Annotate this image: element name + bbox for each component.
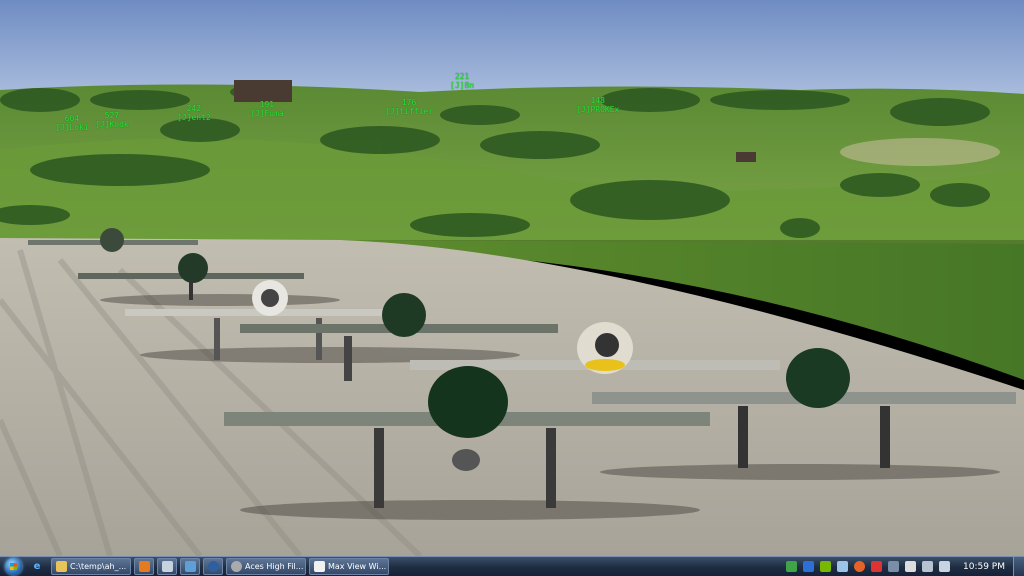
player-label-5: 176 [J]tiffier: [385, 98, 434, 116]
taskbar-item-app3[interactable]: [180, 558, 200, 575]
firefox-icon[interactable]: [854, 561, 865, 572]
taskbar-item-folder[interactable]: C:\temp\ah_...: [51, 558, 131, 575]
flag-icon[interactable]: [905, 561, 916, 572]
globe-icon: [207, 561, 219, 572]
nvidia-icon[interactable]: [820, 561, 831, 572]
info-icon[interactable]: [803, 561, 814, 572]
notepad-icon: [161, 561, 173, 572]
player-label-7: 148 [J]PROKEx: [576, 96, 620, 114]
player-label-2: 527 [J]Kodk: [95, 111, 129, 129]
volume-icon[interactable]: [939, 561, 950, 572]
display-icon[interactable]: [922, 561, 933, 572]
aces-high-icon: [231, 561, 242, 572]
document-icon: [314, 561, 325, 572]
monitor-icon[interactable]: [888, 561, 899, 572]
network-icon[interactable]: [837, 561, 848, 572]
player-label-6: 221 [J]Bn: [450, 72, 475, 90]
taskbar-item-app2[interactable]: [157, 558, 177, 575]
player-label-3: 242 [J]ent2: [177, 104, 211, 122]
download-icon[interactable]: [786, 561, 797, 572]
taskbar-item-media[interactable]: [134, 558, 154, 575]
taskbar-item-max-view[interactable]: Max View Wi...: [309, 558, 389, 575]
player-label-1: 604 [J]Loki: [55, 114, 89, 132]
system-tray: 10:59 PM: [783, 556, 1024, 576]
start-button[interactable]: [0, 557, 26, 576]
taskbar: e C:\temp\ah_... Aces High Fil... Max Vi…: [0, 556, 1024, 576]
folder-icon: [56, 561, 67, 572]
taskbar-item-app4[interactable]: [203, 558, 223, 575]
windows-logo-icon: [4, 558, 22, 575]
flight-sim-scene: [0, 0, 1024, 556]
taskbar-item-aces-high[interactable]: Aces High Fil...: [226, 558, 306, 575]
game-viewport[interactable]: 604 [J]Loki 527 [J]Kodk 242 [J]ent2 191 [J]F…: [0, 0, 1024, 556]
internet-explorer-icon[interactable]: e: [29, 559, 45, 575]
shield-icon[interactable]: [871, 561, 882, 572]
player-label-4: 191 [J]Fuma: [250, 100, 284, 118]
clock[interactable]: 10:59 PM: [963, 562, 1005, 572]
media-player-icon: [138, 561, 150, 572]
show-desktop-button[interactable]: [1013, 556, 1024, 576]
window-icon: [184, 561, 196, 572]
